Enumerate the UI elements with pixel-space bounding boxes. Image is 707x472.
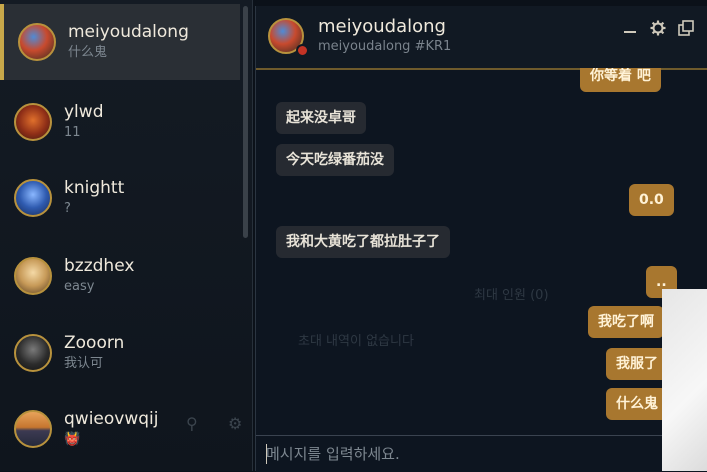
chat-window: meiyoudalong meiyoudalong #KR1 최대 인원 (0)… bbox=[255, 6, 707, 472]
message-bubble-received: 起来没卓哥 bbox=[276, 102, 366, 134]
background-text: 초대 내역이 없습니다 bbox=[298, 334, 414, 349]
friend-name: knightt bbox=[64, 178, 125, 198]
friend-status: 👹 bbox=[64, 432, 81, 447]
message-input-area bbox=[256, 435, 707, 472]
friend-name: bzzdhex bbox=[64, 256, 135, 276]
friend-status: ? bbox=[64, 201, 71, 216]
avatar bbox=[14, 179, 52, 217]
overlay-image bbox=[662, 289, 707, 471]
chat-contact-tag: meiyoudalong #KR1 bbox=[318, 39, 452, 54]
sidebar-scrollbar[interactable] bbox=[243, 6, 248, 238]
status-indicator bbox=[296, 44, 309, 57]
friend-item-ylwd[interactable]: ylwd 11 bbox=[0, 84, 240, 160]
friends-sidebar: meiyoudalong 什么鬼 ylwd 11 knightt ? bzzdh… bbox=[0, 0, 253, 471]
popout-icon[interactable] bbox=[676, 18, 696, 38]
avatar bbox=[14, 334, 52, 372]
friend-name: Zooorn bbox=[64, 333, 125, 353]
message-input[interactable] bbox=[264, 440, 658, 468]
chat-header: meiyoudalong meiyoudalong #KR1 bbox=[256, 6, 707, 70]
message-bubble-sent: 我吃了啊 bbox=[588, 306, 664, 338]
friend-item-bzzdhex[interactable]: bzzdhex easy bbox=[0, 238, 240, 314]
friend-name: meiyoudalong bbox=[68, 22, 189, 42]
message-bubble-received: 我和大黄吃了都拉肚子了 bbox=[276, 226, 450, 258]
chat-contact-name: meiyoudalong bbox=[318, 16, 446, 37]
avatar bbox=[14, 257, 52, 295]
faded-filter-icon: ⚲ bbox=[186, 414, 198, 433]
friend-name: ylwd bbox=[64, 102, 104, 122]
friend-status: 什么鬼 bbox=[68, 45, 108, 60]
friend-item-knightt[interactable]: knightt ? bbox=[0, 160, 240, 236]
friend-status: easy bbox=[64, 279, 95, 294]
avatar bbox=[14, 410, 52, 448]
background-text: 최대 인원 (0) bbox=[474, 288, 549, 303]
faded-settings-icon: ⚙ bbox=[228, 414, 243, 433]
friend-status: 我认可 bbox=[64, 356, 104, 371]
gear-icon[interactable] bbox=[648, 18, 668, 38]
message-bubble-sent: 什么鬼 bbox=[606, 388, 668, 420]
message-bubble-received: 今天吃绿番茄没 bbox=[276, 144, 394, 176]
friend-name: qwieovwqij bbox=[64, 409, 159, 429]
message-list: 최대 인원 (0) 초대 내역이 없습니다 你等着 吧 起来没卓哥 今天吃绿番茄… bbox=[256, 68, 707, 436]
friend-item-zooorn[interactable]: Zooorn 我认可 bbox=[0, 315, 240, 391]
friend-item-qwieovwqij[interactable]: qwieovwqij 👹 bbox=[0, 391, 240, 467]
message-bubble-sent: 0.0 bbox=[629, 184, 674, 216]
friend-status: 11 bbox=[64, 125, 81, 140]
message-bubble-sent: 我服了 bbox=[606, 348, 668, 380]
friend-item-meiyoudalong[interactable]: meiyoudalong 什么鬼 bbox=[0, 4, 240, 80]
minimize-icon[interactable] bbox=[620, 18, 640, 38]
avatar bbox=[18, 23, 56, 61]
avatar bbox=[14, 103, 52, 141]
message-bubble-sent: 你等着 吧 bbox=[580, 68, 661, 92]
